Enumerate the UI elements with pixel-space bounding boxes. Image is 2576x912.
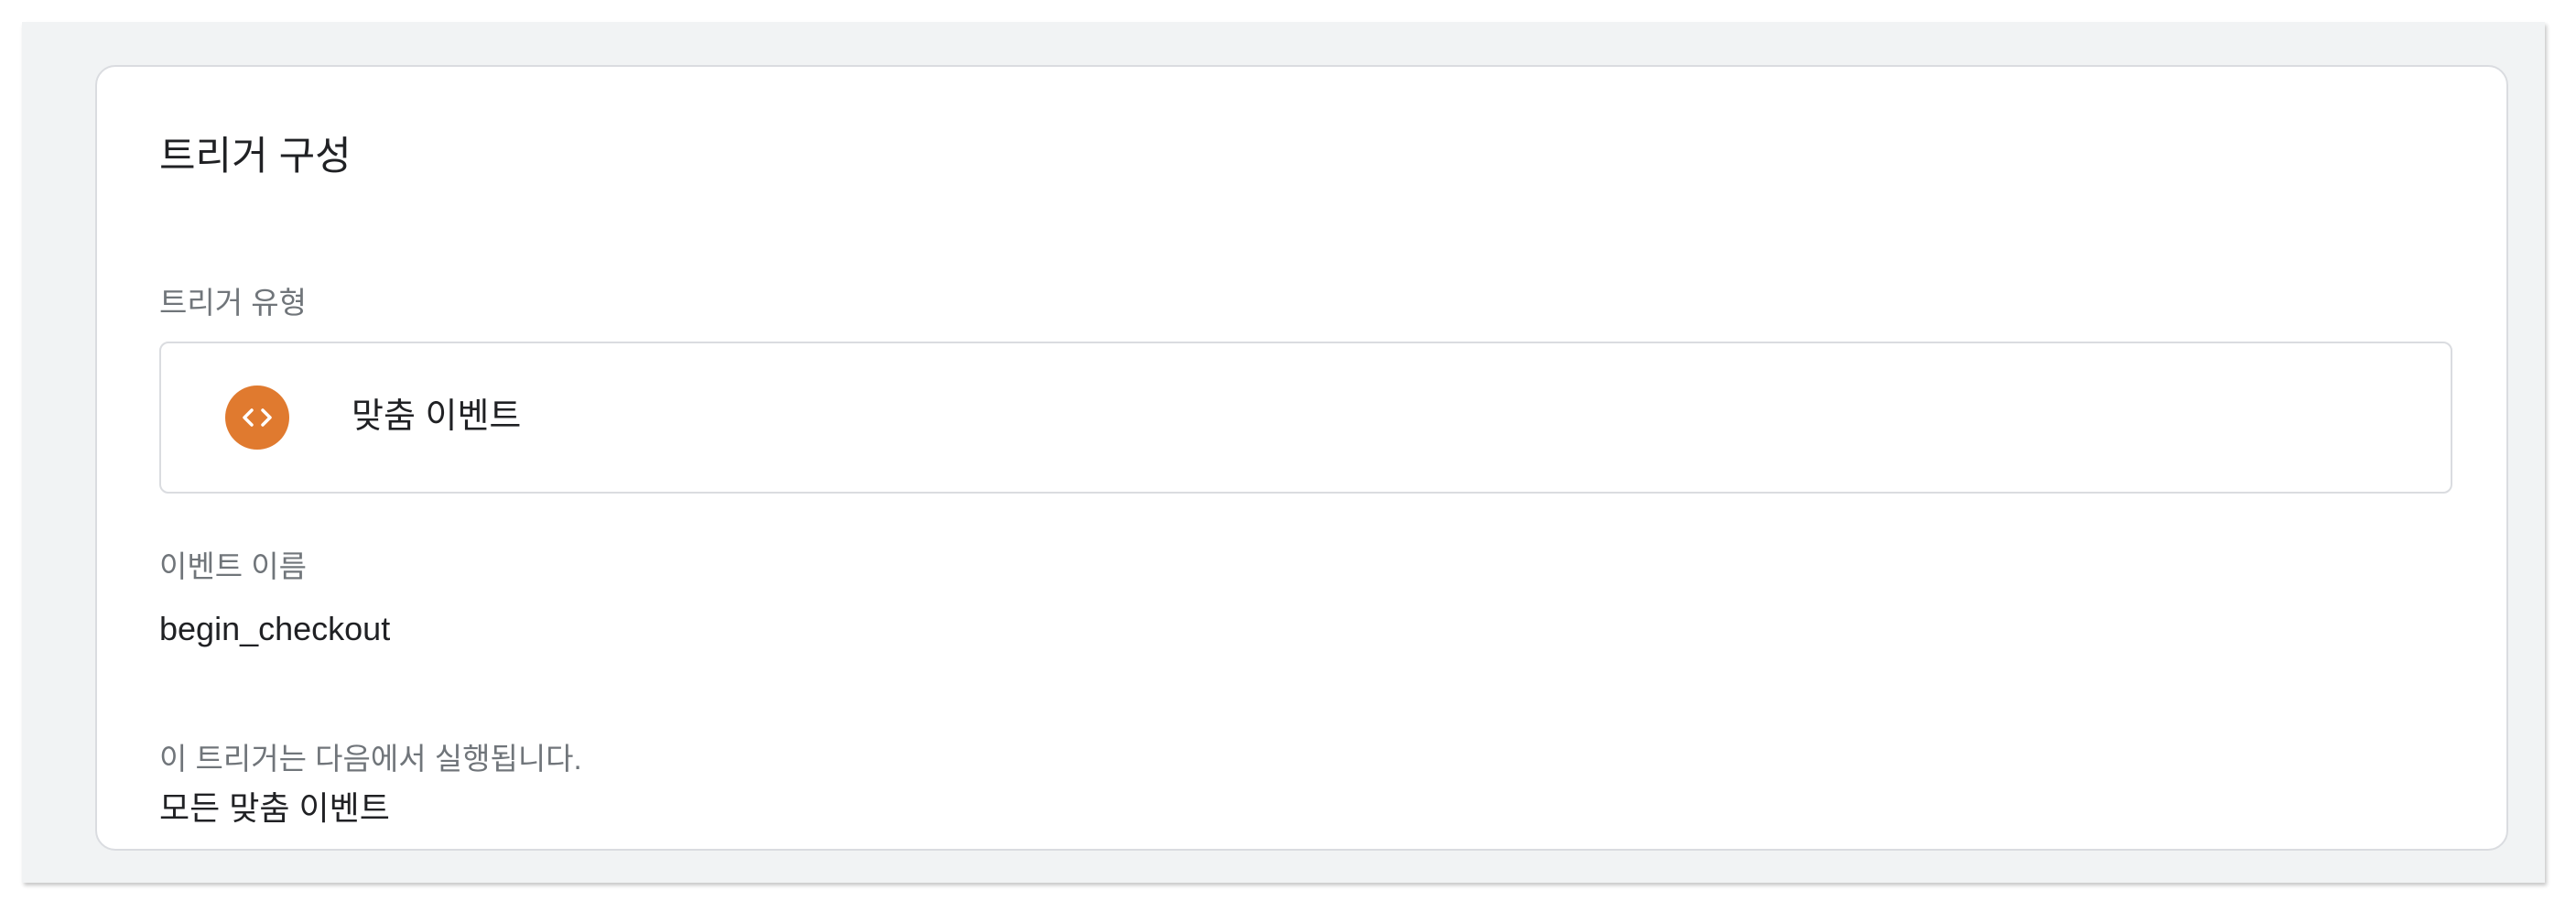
code-brackets-icon	[225, 385, 289, 450]
card-title: 트리거 구성	[159, 135, 352, 179]
fires-on-value: 모든 맞춤 이벤트	[159, 789, 390, 827]
trigger-type-selector[interactable]: 맞춤 이벤트	[159, 342, 2452, 494]
event-name-value: begin_checkout	[159, 610, 391, 647]
trigger-configuration-card[interactable]: 트리거 구성 트리거 유형 맞춤 이벤트 이벤트 이름 begin_checko…	[95, 65, 2508, 851]
trigger-type-name: 맞춤 이벤트	[352, 397, 522, 436]
trigger-type-label: 트리거 유형	[159, 286, 307, 320]
event-name-label: 이벤트 이름	[159, 549, 307, 583]
fires-on-label: 이 트리거는 다음에서 실행됩니다.	[159, 742, 582, 776]
page-background: 트리거 구성 트리거 유형 맞춤 이벤트 이벤트 이름 begin_checko…	[22, 22, 2545, 883]
